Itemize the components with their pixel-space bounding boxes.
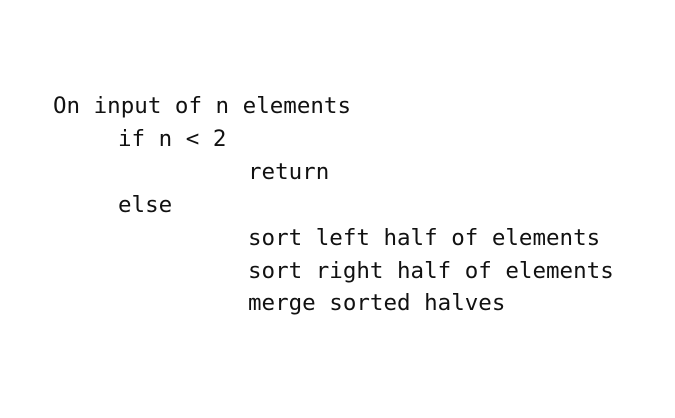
code-line-sort-right: sort right half of elements bbox=[248, 258, 614, 284]
code-line-header: On input of n elements bbox=[53, 93, 352, 119]
code-line-if: if n < 2 bbox=[118, 126, 227, 152]
code-line-return: return bbox=[248, 159, 330, 185]
pseudocode-block: On input of n elements if n < 2 return e… bbox=[0, 0, 675, 418]
code-line-sort-left: sort left half of elements bbox=[248, 225, 601, 251]
code-line-else: else bbox=[118, 192, 173, 218]
code-line-merge: merge sorted halves bbox=[248, 290, 506, 316]
